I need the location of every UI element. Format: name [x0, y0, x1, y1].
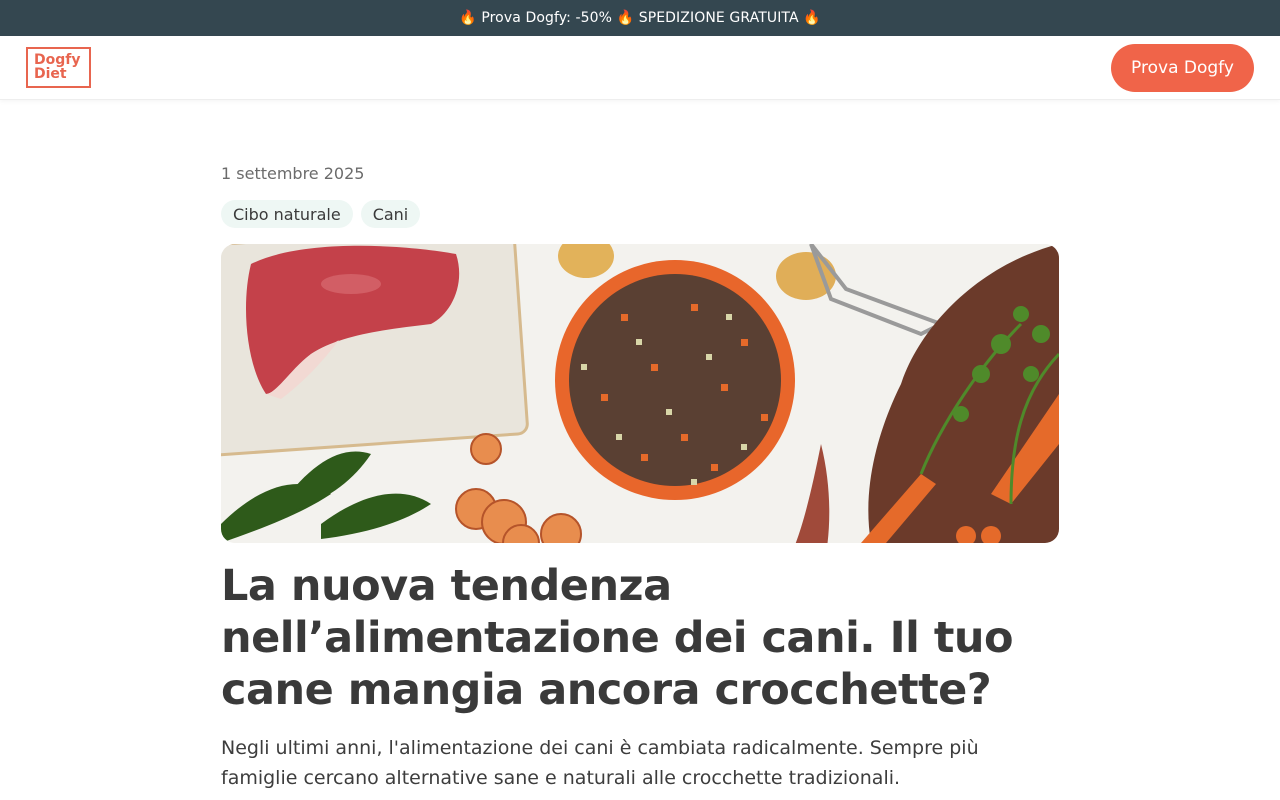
article-tags: Cibo naturale Cani	[221, 200, 421, 228]
site-header: Dogfy Diet Prova Dogfy	[0, 36, 1280, 100]
article-intro: Negli ultimi anni, l'alimentazione dei c…	[221, 737, 979, 789]
food-ingredients-illustration	[221, 244, 1059, 543]
tag-cibo-naturale[interactable]: Cibo naturale	[221, 200, 353, 228]
logo-line-2: Diet	[34, 66, 67, 82]
article-title: La nuova tendenza nell’alimentazione dei…	[221, 561, 1014, 715]
logo-line-1: Dogfy	[34, 52, 81, 68]
dogfy-diet-logo[interactable]: Dogfy Diet	[26, 47, 91, 88]
promo-text: 🔥 Prova Dogfy: -50% 🔥 SPEDIZIONE GRATUIT…	[459, 10, 821, 26]
article-date: 1 settembre 2025	[221, 164, 365, 183]
prova-dogfy-button[interactable]: Prova Dogfy	[1111, 44, 1254, 92]
article-hero-image	[221, 244, 1059, 543]
promo-banner[interactable]: 🔥 Prova Dogfy: -50% 🔥 SPEDIZIONE GRATUIT…	[0, 0, 1280, 36]
tag-cani[interactable]: Cani	[360, 200, 421, 228]
